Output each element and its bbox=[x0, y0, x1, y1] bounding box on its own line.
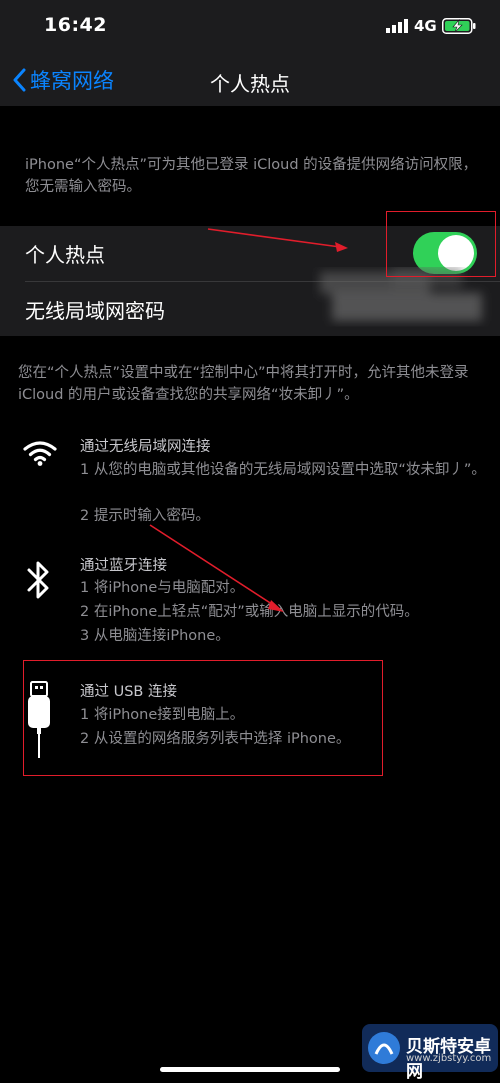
bluetooth-step-2: 2 在iPhone上轻点“配对”或输入电脑上显示的代码。 bbox=[80, 604, 419, 620]
bluetooth-step-3: 3 从电脑连接iPhone。 bbox=[80, 628, 230, 644]
intro-text: iPhone“个人热点”可为其他已登录 iCloud 的设备提供网络访问权限，您… bbox=[25, 157, 478, 195]
cellular-signal-icon bbox=[386, 19, 408, 33]
battery-charging-icon bbox=[442, 18, 476, 34]
watermark-url: www.zjbstyy.com bbox=[406, 1053, 492, 1064]
wifi-step-2: 2 提示时输入密码。 bbox=[80, 508, 210, 524]
bluetooth-connection-title: 通过蓝牙连接 bbox=[80, 558, 167, 574]
wifi-connection-title: 通过无线局域网连接 bbox=[80, 439, 211, 455]
discover-text: 您在“个人热点”设置中或在“控制中心”中将其打开时，允许其他未登录 iCloud… bbox=[18, 365, 469, 403]
annotation-box-usb bbox=[23, 660, 383, 776]
navigation-bar: 蜂窝网络 个人热点 bbox=[0, 56, 500, 106]
bluetooth-icon bbox=[27, 561, 49, 599]
status-time: 16:42 bbox=[44, 14, 107, 36]
wifi-step-1: 1 从您的电脑或其他设备的无线局域网设置中选取“妆未卸丿”。 bbox=[80, 462, 486, 478]
hotspot-label: 个人热点 bbox=[25, 243, 105, 267]
bluetooth-step-1: 1 将iPhone与电脑配对。 bbox=[80, 580, 245, 596]
annotation-box-toggle bbox=[386, 211, 496, 277]
wifi-icon bbox=[23, 441, 57, 466]
home-indicator bbox=[160, 1067, 340, 1072]
wifi-password-label: 无线局域网密码 bbox=[25, 299, 165, 323]
status-bar: 16:42 4G bbox=[0, 0, 500, 56]
network-type: 4G bbox=[414, 17, 437, 35]
page-title: 个人热点 bbox=[210, 72, 290, 96]
